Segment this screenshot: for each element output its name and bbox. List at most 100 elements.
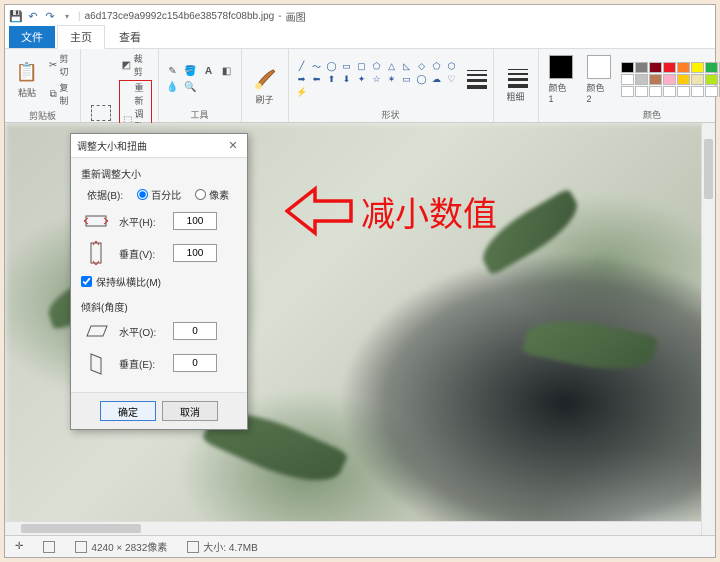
palette-color[interactable] [691, 74, 704, 85]
dimensions-icon [75, 541, 87, 553]
save-icon[interactable]: 💾 [9, 9, 23, 23]
palette-color[interactable] [635, 86, 648, 97]
palette-color[interactable] [691, 86, 704, 97]
vertical-input[interactable] [173, 244, 217, 262]
palette-color[interactable] [705, 86, 718, 97]
palette-color[interactable] [649, 86, 662, 97]
skew-h-input[interactable] [173, 322, 217, 340]
palette-color[interactable] [677, 74, 690, 85]
text-tool[interactable]: A [201, 64, 217, 78]
zoom-tool[interactable]: 🔍 [183, 80, 199, 94]
brush-icon [252, 65, 278, 91]
resize-section-label: 重新调整大小 [81, 166, 237, 181]
shape-rect[interactable]: ▭ [340, 60, 354, 72]
shape-outline-dropdown[interactable] [467, 70, 487, 89]
palette-color[interactable] [635, 74, 648, 85]
palette-color[interactable] [649, 74, 662, 85]
palette-color[interactable] [663, 62, 676, 73]
shape-arrow-l[interactable]: ⬅ [310, 73, 324, 85]
ribbon: 📋 粘贴 ✂剪切 ⧉复制 剪贴板 选择 ◩裁剪 ⬚重新调整大小 ⟳ [5, 49, 715, 123]
shape-arrow-r[interactable]: ➡ [295, 73, 309, 85]
tab-home[interactable]: 主页 [57, 25, 105, 49]
shapes-gallery[interactable]: ╱ 〜 ◯ ▭ ▢ ⬠ △ ◺ ◇ ⬠ ⬡ ➡ ⬅ ⬆ ⬇ ✦ ☆ [295, 60, 459, 98]
canvas-area[interactable]: 减小数值 调整大小和扭曲 ✕ 重新调整大小 依据(B): 百分比 像素 水平(H… [5, 123, 715, 535]
shape-triangle[interactable]: △ [385, 60, 399, 72]
radio-pixels[interactable]: 像素 [195, 187, 229, 202]
dialog-title-text: 调整大小和扭曲 [77, 138, 147, 153]
shape-rtriangle[interactable]: ◺ [400, 60, 414, 72]
shape-hexagon[interactable]: ⬡ [445, 60, 459, 72]
cancel-button[interactable]: 取消 [162, 401, 218, 421]
qat-dropdown-icon[interactable]: ▾ [60, 9, 74, 23]
vscroll-thumb[interactable] [704, 139, 713, 199]
shape-oval[interactable]: ◯ [325, 60, 339, 72]
shape-star4[interactable]: ✦ [355, 73, 369, 85]
selection-icon [43, 541, 55, 553]
size-button[interactable]: 粗细 [500, 67, 532, 105]
palette-color[interactable] [649, 62, 662, 73]
aspect-checkbox[interactable] [81, 276, 92, 287]
palette-color[interactable] [677, 62, 690, 73]
shape-callout-cloud[interactable]: ☁ [430, 73, 444, 85]
shape-star5[interactable]: ☆ [370, 73, 384, 85]
radio-pixels-input[interactable] [195, 189, 206, 200]
palette-color[interactable] [663, 74, 676, 85]
palette-color[interactable] [705, 62, 718, 73]
vertical-scrollbar[interactable] [701, 123, 715, 535]
skew-v-input[interactable] [173, 354, 217, 372]
shape-curve[interactable]: 〜 [310, 60, 324, 72]
shape-callout-oval[interactable]: ◯ [415, 73, 429, 85]
shape-lightning[interactable]: ⚡ [295, 86, 309, 98]
palette-color[interactable] [635, 62, 648, 73]
eraser-tool[interactable]: ◧ [219, 64, 235, 78]
palette-color[interactable] [621, 62, 634, 73]
palette-color[interactable] [621, 74, 634, 85]
filesize-icon [187, 541, 199, 553]
shape-arrow-d[interactable]: ⬇ [340, 73, 354, 85]
radio-percent[interactable]: 百分比 [137, 187, 181, 202]
palette-color[interactable] [677, 86, 690, 97]
tools-grid: ✎ 🪣 A ◧ 💧 🔍 [165, 64, 235, 94]
palette-color[interactable] [663, 86, 676, 97]
crop-button[interactable]: ◩裁剪 [119, 51, 152, 79]
brush-button[interactable]: 刷子 [248, 63, 282, 108]
ok-button[interactable]: 确定 [100, 401, 156, 421]
vertical-row: 垂直(V): [81, 242, 237, 264]
tab-file[interactable]: 文件 [9, 26, 55, 48]
shape-arrow-u[interactable]: ⬆ [325, 73, 339, 85]
shape-heart[interactable]: ♡ [445, 73, 459, 85]
shape-line[interactable]: ╱ [295, 60, 309, 72]
shape-roundrect[interactable]: ▢ [355, 60, 369, 72]
skew-h-icon [83, 320, 109, 342]
palette-color[interactable] [621, 86, 634, 97]
select-icon [91, 105, 111, 121]
palette-color[interactable] [691, 62, 704, 73]
palette-color[interactable] [705, 74, 718, 85]
undo-icon[interactable]: ↶ [26, 9, 40, 23]
dialog-titlebar[interactable]: 调整大小和扭曲 ✕ [71, 134, 247, 158]
shape-pentagon[interactable]: ⬠ [430, 60, 444, 72]
shape-polygon[interactable]: ⬠ [370, 60, 384, 72]
skew-v-label: 垂直(E): [119, 356, 163, 371]
aspect-label: 保持纵横比(M) [96, 274, 161, 289]
group-tools: ✎ 🪣 A ◧ 💧 🔍 工具 [159, 49, 242, 122]
picker-tool[interactable]: 💧 [165, 80, 181, 94]
horizontal-input[interactable] [173, 212, 217, 230]
horizontal-scrollbar[interactable] [5, 521, 701, 535]
fill-tool[interactable]: 🪣 [183, 64, 199, 78]
shape-diamond[interactable]: ◇ [415, 60, 429, 72]
pencil-tool[interactable]: ✎ [165, 64, 181, 78]
hscroll-thumb[interactable] [21, 524, 141, 533]
paste-button[interactable]: 📋 粘贴 [11, 58, 43, 101]
radio-percent-input[interactable] [137, 189, 148, 200]
redo-icon[interactable]: ↷ [43, 9, 57, 23]
cut-button[interactable]: ✂剪切 [47, 51, 74, 79]
color1-swatch [549, 55, 573, 79]
close-icon[interactable]: ✕ [225, 139, 241, 153]
copy-button[interactable]: ⧉复制 [47, 80, 74, 108]
shape-star6[interactable]: ✶ [385, 73, 399, 85]
color2-button[interactable]: 颜色 2 [583, 53, 615, 106]
tab-view[interactable]: 查看 [107, 26, 153, 48]
color1-button[interactable]: 颜色 1 [545, 53, 577, 106]
shape-callout-rect[interactable]: ▭ [400, 73, 414, 85]
